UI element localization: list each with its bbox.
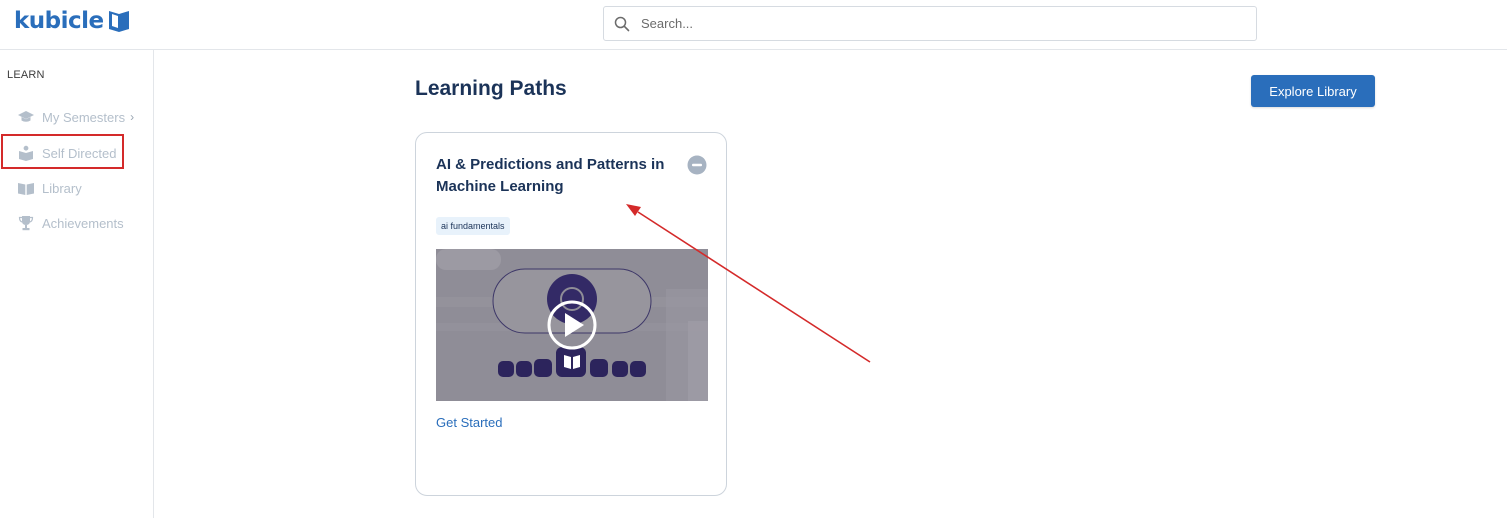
sidebar-section-label: LEARN [7,69,45,81]
logo-text: kubicle [14,8,104,34]
annotation-highlight-box [1,134,124,169]
remove-circle-icon[interactable] [687,155,707,175]
sidebar-item-label: Achievements [42,215,124,231]
logo-book-icon [108,11,129,32]
video-thumbnail[interactable] [436,249,708,401]
page-title: Learning Paths [415,77,567,100]
sidebar-item-achievements[interactable]: Achievements [18,212,124,234]
topic-tag: ai fundamentals [436,217,510,235]
learning-path-card[interactable]: AI & Predictions and Patterns in Machine… [415,132,727,496]
sidebar-item-label: Library [42,180,82,196]
kubicle-logo[interactable]: kubicle [14,6,130,36]
sidebar: LEARN My Semesters › Self Directed Libra… [0,50,154,518]
top-bar: kubicle [0,0,1507,50]
search-bar[interactable] [603,6,1257,41]
explore-library-button[interactable]: Explore Library [1251,75,1375,107]
search-input[interactable] [641,16,1231,31]
thumbnail-illustration [436,249,708,401]
card-title[interactable]: AI & Predictions and Patterns in Machine… [436,154,686,198]
get-started-link[interactable]: Get Started [436,415,502,430]
trophy-icon [18,216,34,231]
sidebar-item-label: My Semesters [42,109,126,125]
sidebar-item-my-semesters[interactable]: My Semesters › [18,106,134,128]
graduation-cap-icon [18,111,34,122]
search-icon [614,16,630,31]
chevron-right-icon: › [130,110,135,124]
open-book-icon [18,183,34,195]
sidebar-item-library[interactable]: Library [18,177,82,199]
